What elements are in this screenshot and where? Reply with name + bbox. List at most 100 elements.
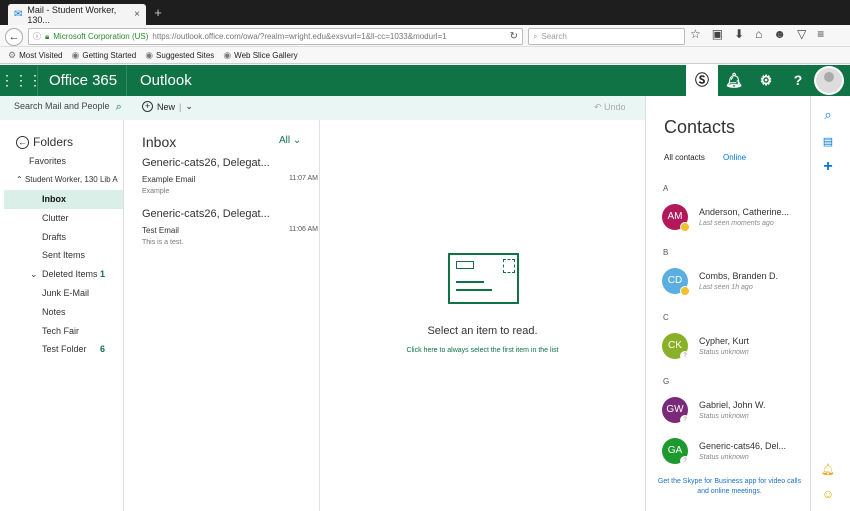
reload-icon[interactable]: ↻: [510, 31, 518, 42]
chevron-down-icon[interactable]: ⌄: [185, 101, 193, 112]
bookmark-getting-started[interactable]: ◉ Getting Started: [72, 50, 137, 61]
reading-list-icon[interactable]: ▣: [712, 27, 723, 45]
folder-item[interactable]: Notes: [4, 303, 123, 322]
ie-icon: ◉: [223, 49, 232, 60]
tab-title: Mail - Student Worker, 130...: [27, 4, 117, 25]
bookmark-web-slice[interactable]: ◉ Web Slice Gallery: [223, 50, 297, 61]
folder-item[interactable]: Sent Items: [4, 246, 123, 265]
contact-group-letter: G: [663, 377, 670, 386]
contact-status: Status unknown: [699, 454, 749, 461]
settings-gear-icon[interactable]: ⚙: [750, 65, 782, 96]
undo-button[interactable]: ↶ Undo: [594, 102, 626, 113]
firefox-icon: ◉: [71, 49, 80, 60]
browser-search-input[interactable]: ⌕ Search: [528, 28, 685, 45]
contact-name: Generic-cats46, Del...: [699, 441, 787, 451]
app-title[interactable]: Outlook: [140, 65, 192, 96]
site-identity: Microsoft Corporation (US): [53, 32, 149, 41]
app-launcher-icon[interactable]: ⋮⋮⋮: [0, 65, 42, 96]
info-icon[interactable]: ⓘ: [33, 31, 41, 42]
favorites-heading[interactable]: Favorites: [29, 156, 66, 166]
browser-toolbar-icons: ☆ ▣ ⬇ ⌂ ☻ ▽ ≡: [690, 27, 824, 45]
folder-item[interactable]: Clutter: [4, 209, 123, 228]
bookmark-suggested-sites[interactable]: ◉ Suggested Sites: [145, 50, 214, 61]
contact-item[interactable]: GW? Gabriel, John W. Status unknown: [662, 397, 807, 427]
folder-label: Drafts: [42, 231, 67, 242]
search-icon[interactable]: ⌕: [820, 107, 836, 123]
tab-online[interactable]: Online: [723, 153, 746, 162]
message-time: 11:06 AM: [288, 226, 318, 233]
folder-item[interactable]: Drafts: [4, 228, 123, 247]
brand-title[interactable]: Office 365: [49, 65, 127, 96]
select-first-item-link[interactable]: Click here to always select the first it…: [320, 347, 645, 354]
message-preview: Example: [142, 188, 170, 195]
reading-pane-message: Select an item to read.: [427, 325, 538, 337]
contact-status: Status unknown: [699, 349, 749, 356]
url-text: https://outlook.office.com/owa/?realm=wr…: [152, 32, 447, 41]
ie-icon: ◉: [145, 49, 154, 60]
pocket-icon[interactable]: ▽: [797, 27, 806, 45]
contact-group-letter: B: [663, 248, 669, 257]
smiley-feedback-icon[interactable]: ☺: [820, 487, 836, 501]
contact-name: Anderson, Catherine...: [699, 207, 790, 217]
presence-status-icon: [680, 286, 690, 296]
folder-label: Clutter: [42, 212, 69, 223]
back-button[interactable]: ←: [5, 28, 23, 46]
browser-tab[interactable]: ✉ Mail - Student Worker, 130... ×: [8, 4, 146, 25]
tab-close-icon[interactable]: ×: [134, 9, 140, 20]
tab-all-contacts[interactable]: All contacts: [664, 153, 705, 162]
bell-icon[interactable]: 🔔︎: [820, 463, 836, 476]
chat-icon[interactable]: ☻: [773, 27, 786, 45]
contact-group-letter: C: [663, 313, 669, 322]
chevron-down-icon: ⌄: [292, 135, 302, 146]
account-heading[interactable]: ⌃ Student Worker, 130 Lib A: [16, 175, 118, 184]
home-icon[interactable]: ⌂: [755, 27, 762, 45]
search-icon: ⌕: [533, 31, 538, 41]
message-item[interactable]: Generic-cats26, Delegat... Test Email 11:0…: [142, 208, 318, 246]
menu-icon[interactable]: ≡: [817, 27, 824, 45]
bookmark-star-icon[interactable]: ☆: [690, 27, 701, 45]
message-preview: This is a test.: [142, 239, 184, 246]
folder-label: Inbox: [42, 194, 66, 204]
skype-app-link[interactable]: Get the Skype for Business app for video…: [652, 477, 807, 497]
message-list-title: Inbox: [142, 134, 177, 150]
collapse-arrow-icon[interactable]: ←: [16, 135, 29, 149]
message-subject: Example Email: [142, 175, 196, 184]
contact-name: Combs, Branden D.: [699, 271, 779, 281]
folder-item[interactable]: Tech Fair: [4, 322, 123, 341]
message-item[interactable]: Generic-cats26, Delegat... Example Email 1…: [142, 157, 318, 195]
presence-status-icon: ?: [680, 415, 690, 425]
help-button[interactable]: ?: [782, 65, 814, 96]
folder-item[interactable]: Test Folder 6: [4, 340, 123, 359]
address-bar[interactable]: ⓘ 🔒︎ Microsoft Corporation (US) https://…: [28, 28, 523, 45]
new-message-button[interactable]: + New | ⌄: [142, 101, 193, 112]
folder-item[interactable]: ⌄ Deleted Items 1: [4, 265, 123, 284]
contacts-book-icon[interactable]: ▤: [820, 135, 836, 148]
notifications-bell-icon[interactable]: 🔔︎ 1: [718, 65, 750, 96]
contact-status: Status unknown: [699, 413, 749, 420]
plus-icon: +: [142, 101, 153, 112]
contacts-heading: Contacts: [664, 117, 736, 137]
folder-item[interactable]: Junk E-Mail: [4, 284, 123, 303]
new-tab-button[interactable]: +: [150, 6, 166, 20]
contact-item[interactable]: GA? Generic-cats46, Del... Status unknown: [662, 438, 807, 468]
filter-dropdown[interactable]: All ⌄: [279, 135, 301, 146]
add-icon[interactable]: +: [820, 158, 836, 176]
bookmark-most-visited[interactable]: ⚙ Most Visited: [8, 50, 63, 61]
contact-group-letter: A: [663, 184, 669, 193]
gear-bookmark-icon: ⚙: [8, 49, 17, 60]
folder-label: Test Folder: [42, 344, 87, 355]
contact-item[interactable]: CD Combs, Branden D. Last seen 1h ago: [662, 268, 807, 298]
folders-heading[interactable]: ← Folders: [16, 135, 73, 149]
skype-icon[interactable]: Ⓢ: [686, 65, 718, 96]
search-mail-input[interactable]: Search Mail and People ⌕: [14, 101, 122, 114]
folder-label: Notes: [42, 306, 66, 317]
unread-count: 1: [100, 269, 106, 280]
contact-name: Gabriel, John W.: [699, 400, 766, 410]
contact-status: Last seen moments ago: [699, 220, 774, 227]
user-avatar[interactable]: [814, 66, 844, 95]
download-icon[interactable]: ⬇: [734, 27, 744, 45]
chevron-down-icon[interactable]: ⌄: [30, 265, 38, 284]
contact-item[interactable]: CK? Cypher, Kurt Status unknown: [662, 333, 807, 363]
contact-item[interactable]: AM Anderson, Catherine... Last seen moment…: [662, 204, 807, 234]
folder-item[interactable]: Inbox: [4, 190, 123, 209]
